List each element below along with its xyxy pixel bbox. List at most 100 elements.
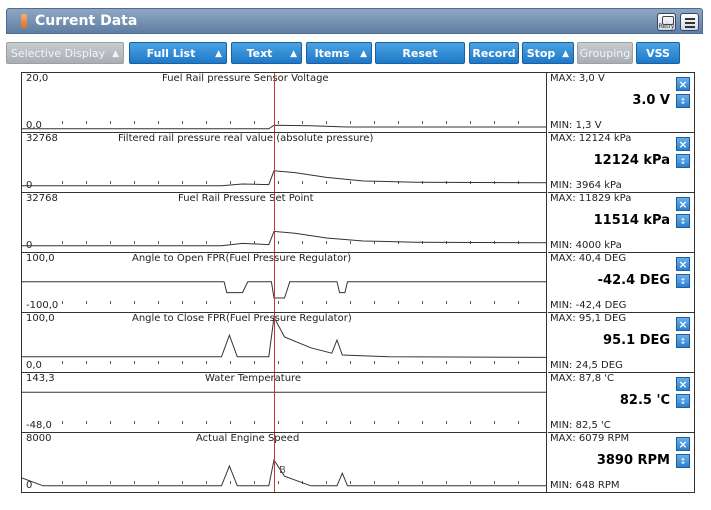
close-icon[interactable]: ×: [676, 137, 690, 151]
stop-label: Stop: [526, 47, 556, 60]
grouping-button: Grouping: [577, 42, 633, 64]
trend-line: [22, 170, 546, 187]
trend-graph: [22, 391, 546, 393]
record-button[interactable]: Record: [469, 42, 519, 64]
retry-label: Retry: [658, 23, 675, 30]
updown-arrow-icon[interactable]: ↕︎: [676, 334, 690, 348]
current-value: 3890 RPM: [596, 453, 670, 468]
close-icon[interactable]: ×: [676, 317, 690, 331]
graph-row[interactable]: 143,3 Water Temperature -48,0: [22, 373, 546, 433]
time-cursor[interactable]: [274, 193, 275, 252]
max-value: MAX: 40,4 DEG: [550, 253, 627, 264]
current-value: 3.0 V: [632, 93, 670, 108]
full-list-dropdown[interactable]: Full List ▲︎: [129, 42, 227, 64]
selective-display-label: Selective Display: [10, 47, 106, 60]
value-row: MAX: 6079 RPM 3890 RPM MIN: 648 RPM × ↕︎: [548, 433, 694, 493]
graph-row[interactable]: 8000 Actual Engine Speed 0 B: [22, 433, 546, 493]
time-cursor[interactable]: [274, 73, 275, 132]
value-row: MAX: 40,4 DEG -42.4 DEG MIN: -42,4 DEG × ↕︎: [548, 253, 694, 313]
vss-label: VSS: [646, 47, 670, 60]
graph-row[interactable]: 20,0 Fuel Rail pressure Sensor Voltage 0,0: [22, 73, 546, 133]
updown-arrow-icon[interactable]: ↕︎: [676, 394, 690, 408]
min-value: MIN: 24,5 DEG: [550, 360, 623, 371]
min-value: MIN: 82,5 'C: [550, 420, 611, 431]
max-value: MAX: 87,8 'C: [550, 373, 615, 384]
min-value: MIN: 1,3 V: [550, 120, 602, 131]
time-cursor[interactable]: [274, 313, 275, 372]
value-row: MAX: 12124 kPa 12124 kPa MIN: 3964 kPa × ↕︎: [548, 133, 694, 193]
current-value: 82.5 'C: [619, 393, 670, 408]
full-list-label: Full List: [146, 47, 196, 60]
graph-row[interactable]: 32768 Fuel Rail Pressure Set Point 0: [22, 193, 546, 253]
app-icon: [21, 14, 27, 28]
record-label: Record: [472, 47, 516, 60]
graph-row[interactable]: 100,0 Angle to Close FPR(Fuel Pressure Re…: [22, 313, 546, 373]
value-column: MAX: 3,0 V 3.0 V MIN: 1,3 V × ↕︎ MAX: 12124 k…: [548, 73, 694, 493]
trend-graph: [22, 281, 546, 299]
close-icon[interactable]: ×: [676, 197, 690, 211]
close-icon[interactable]: ×: [676, 437, 690, 451]
stop-dropdown[interactable]: Stop ▲︎: [522, 42, 574, 64]
trend-line: [22, 315, 546, 358]
toolbar: Selective Display ▲︎ Full List ▲︎ Text ▲︎ I…: [6, 34, 703, 82]
current-value: 95.1 DEG: [603, 333, 670, 348]
updown-arrow-icon: ▲︎: [215, 49, 222, 59]
text-label: Text: [246, 47, 273, 60]
min-value: MIN: 648 RPM: [550, 480, 620, 491]
grouping-label: Grouping: [579, 47, 631, 60]
trend-graph: [22, 458, 546, 487]
vss-button[interactable]: VSS: [636, 42, 680, 64]
max-value: MAX: 6079 RPM: [550, 433, 630, 444]
max-value: MAX: 3,0 V: [550, 73, 605, 84]
updown-arrow-icon[interactable]: ↕︎: [676, 214, 690, 228]
trend-graph: [22, 170, 546, 187]
current-value: 11514 kPa: [593, 213, 670, 228]
updown-arrow-icon[interactable]: ↕︎: [676, 94, 690, 108]
min-value: MIN: 4000 kPa: [550, 240, 622, 251]
graph-row[interactable]: 100,0 Angle to Open FPR(Fuel Pressure Reg…: [22, 253, 546, 313]
time-cursor[interactable]: [274, 373, 275, 432]
menu-icon[interactable]: [680, 13, 699, 31]
updown-arrow-icon[interactable]: ↕︎: [676, 274, 690, 288]
current-value: -42.4 DEG: [597, 273, 670, 288]
text-dropdown[interactable]: Text ▲︎: [231, 42, 302, 64]
updown-arrow-icon[interactable]: ↕︎: [676, 454, 690, 468]
value-row: MAX: 95,1 DEG 95.1 DEG MIN: 24,5 DEG × ↕︎: [548, 313, 694, 373]
trend-graph: [22, 230, 546, 247]
min-value: MIN: 3964 kPa: [550, 180, 622, 191]
value-row: MAX: 11829 kPa 11514 kPa MIN: 4000 kPa × ↕︎: [548, 193, 694, 253]
time-cursor[interactable]: [274, 433, 275, 492]
time-cursor[interactable]: [274, 253, 275, 312]
current-data-grid: 20,0 Fuel Rail pressure Sensor Voltage 0,0…: [21, 72, 695, 493]
max-value: MAX: 11829 kPa: [550, 193, 632, 204]
trend-line: [22, 124, 546, 130]
updown-arrow-icon: ▲︎: [112, 49, 119, 59]
close-icon[interactable]: ×: [676, 77, 690, 91]
cursor-marker-label: B: [279, 465, 286, 476]
graph-column: 20,0 Fuel Rail pressure Sensor Voltage 0,0…: [22, 73, 547, 493]
updown-arrow-icon: ▲︎: [290, 49, 297, 59]
max-value: MAX: 95,1 DEG: [550, 313, 627, 324]
items-list-dropdown[interactable]: Items List▲︎: [306, 42, 372, 82]
trend-line: [22, 281, 546, 299]
updown-arrow-icon: ▲︎: [562, 49, 569, 59]
retry-button[interactable]: Retry: [657, 13, 676, 31]
graph-row[interactable]: 32768 Filtered rail pressure real value (…: [22, 133, 546, 193]
trend-line: [22, 230, 546, 247]
value-row: MAX: 3,0 V 3.0 V MIN: 1,3 V × ↕︎: [548, 73, 694, 133]
window-title: Current Data: [35, 13, 138, 29]
updown-arrow-icon: ▲︎: [360, 49, 367, 59]
trend-graph: [22, 315, 546, 358]
close-icon[interactable]: ×: [676, 377, 690, 391]
max-value: MAX: 12124 kPa: [550, 133, 632, 144]
selective-display-dropdown: Selective Display ▲︎: [6, 42, 124, 64]
updown-arrow-icon[interactable]: ↕︎: [676, 154, 690, 168]
title-bar: Current Data Retry: [6, 8, 703, 34]
time-cursor[interactable]: [274, 133, 275, 192]
value-row: MAX: 87,8 'C 82.5 'C MIN: 82,5 'C × ↕︎: [548, 373, 694, 433]
close-icon[interactable]: ×: [676, 257, 690, 271]
current-value: 12124 kPa: [593, 153, 670, 168]
trend-graph: [22, 124, 546, 130]
reset-minmax-button[interactable]: Reset Min.Max: [375, 42, 465, 82]
min-value: MIN: -42,4 DEG: [550, 300, 627, 311]
